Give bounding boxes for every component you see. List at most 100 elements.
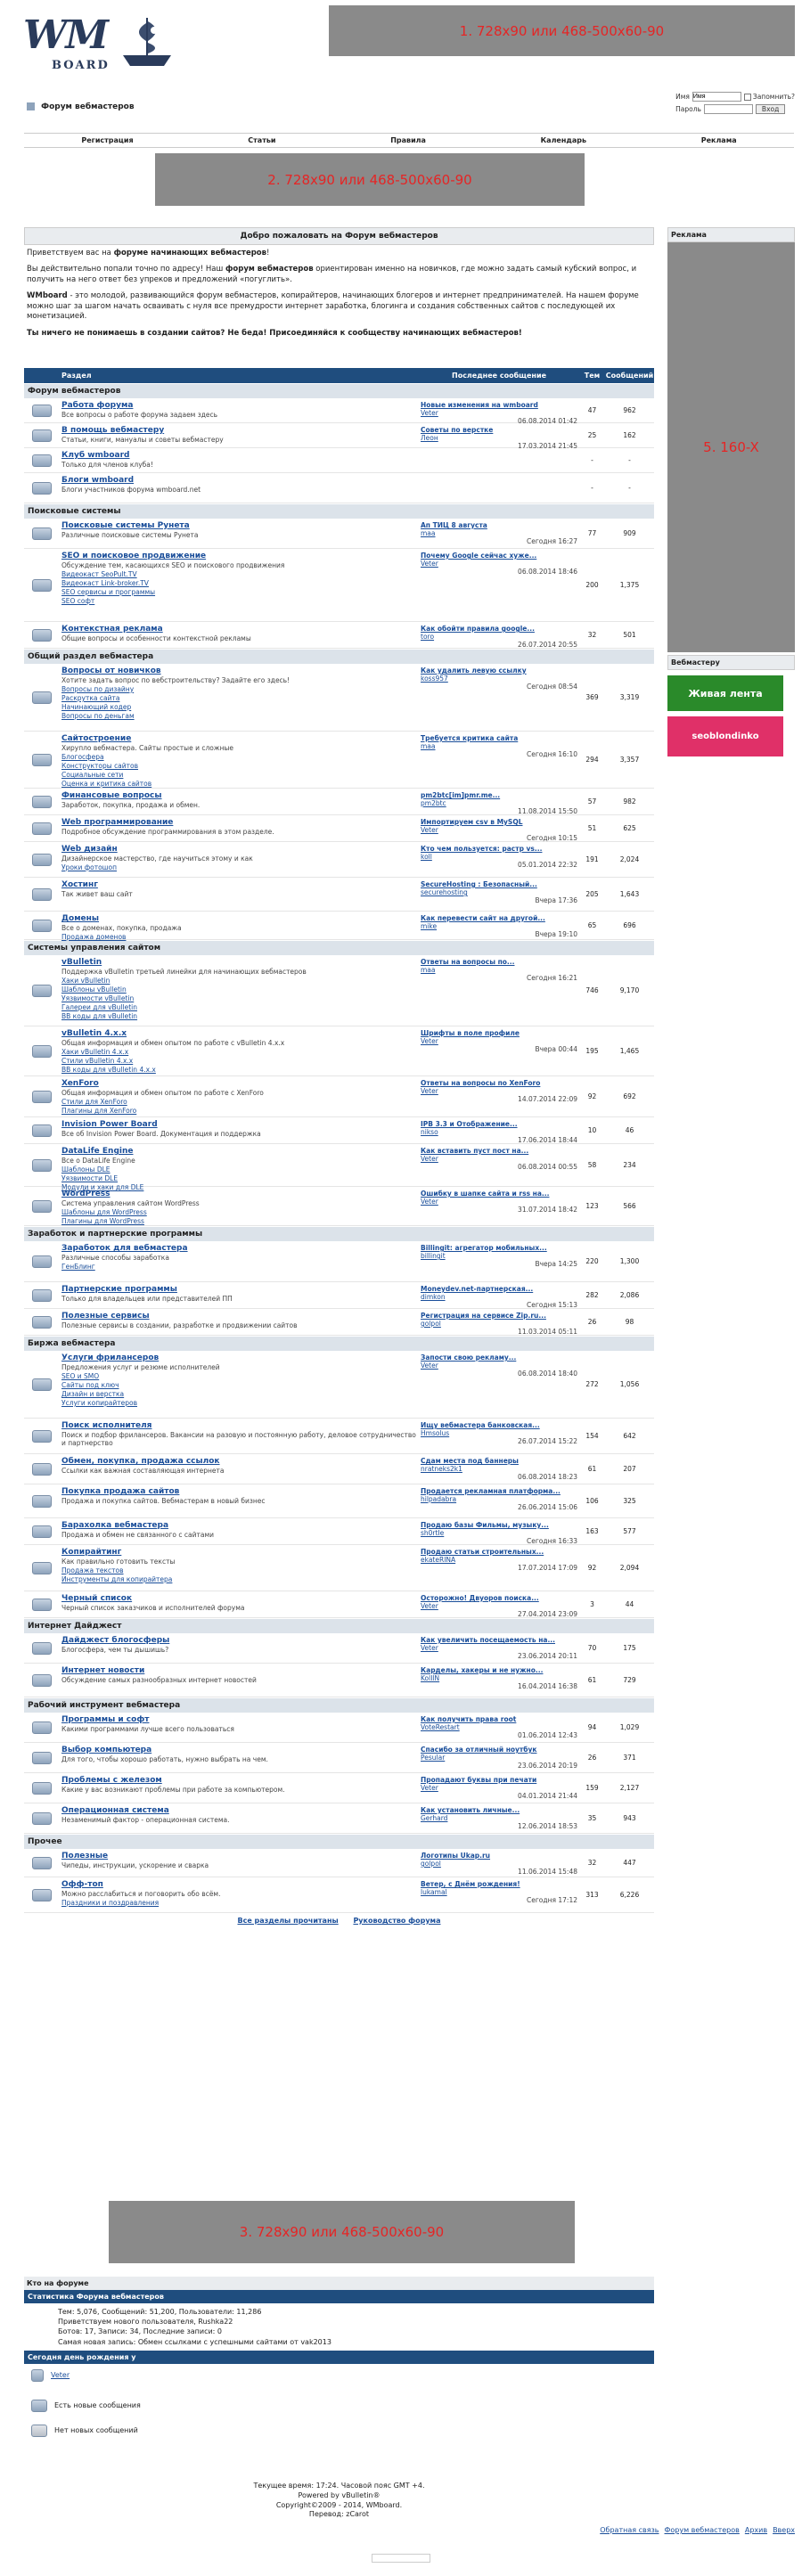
- forum-title[interactable]: vBulletin 4.x.x: [61, 1029, 417, 1038]
- forum-title[interactable]: Партнерские программы: [61, 1285, 417, 1294]
- footer-contact[interactable]: Обратная связь: [600, 2526, 659, 2534]
- last-post-title[interactable]: Ищу вебмастера банковская...: [421, 1421, 577, 1429]
- last-post-title[interactable]: Кто чем пользуется: растр vs...: [421, 845, 577, 853]
- last-post-author[interactable]: Pesular: [421, 1754, 445, 1762]
- forum-title[interactable]: Проблемы с железом: [61, 1776, 417, 1785]
- subforum-link[interactable]: Блогосфера: [61, 753, 417, 761]
- footer-forum[interactable]: Форум вебмастеров: [665, 2526, 740, 2534]
- login-button[interactable]: Вход: [755, 104, 786, 114]
- subforum-link[interactable]: Хаки vBulletin: [61, 977, 417, 985]
- last-post-title[interactable]: Ветер, с Днём рождения!: [421, 1880, 577, 1888]
- last-post-title[interactable]: Как удалить левую ссылку: [421, 666, 577, 675]
- forum-title[interactable]: Обмен, покупка, продажа ссылок: [61, 1457, 417, 1466]
- last-post-title[interactable]: Как увеличить посещаемость на...: [421, 1636, 577, 1644]
- password-input[interactable]: [703, 104, 753, 114]
- last-post-title[interactable]: Продаю базы Фильмы, музыку...: [421, 1521, 577, 1529]
- last-post-author[interactable]: Veter: [421, 409, 438, 417]
- forum-title[interactable]: Копирайтинг: [61, 1548, 417, 1557]
- subforum-link[interactable]: Сайты под ключ: [61, 1381, 417, 1389]
- last-post-title[interactable]: Осторожно! Двуоров поиска...: [421, 1594, 577, 1602]
- banner-live-feed[interactable]: Живая лента: [667, 675, 783, 711]
- forum-title[interactable]: Клуб wmboard: [61, 451, 417, 460]
- subforum-link[interactable]: Стили для XenForo: [61, 1098, 417, 1106]
- last-post-title[interactable]: Как обойти правила google...: [421, 625, 577, 633]
- last-post-title[interactable]: Логотипы Ukap.ru: [421, 1852, 577, 1860]
- subforum-link[interactable]: BB коды для vBulletin: [61, 1012, 417, 1020]
- forum-title[interactable]: Интернет новости: [61, 1666, 417, 1675]
- forum-title[interactable]: Блоги wmboard: [61, 476, 417, 485]
- forum-title[interactable]: Полезные сервисы: [61, 1312, 417, 1321]
- nav-articles[interactable]: Статьи: [248, 136, 275, 144]
- forum-title[interactable]: Web программирование: [61, 818, 417, 827]
- last-post-title[interactable]: Сдам места под баннеры: [421, 1457, 577, 1465]
- subforum-link[interactable]: Видеокаст Link-broker.TV: [61, 579, 417, 587]
- last-post-title[interactable]: Как вставить пуст пост на...: [421, 1147, 577, 1155]
- category-header[interactable]: Заработок и партнерские программы: [24, 1226, 654, 1241]
- subforum-link[interactable]: Уроки фотошоп: [61, 863, 417, 871]
- last-post-author[interactable]: Veter: [421, 1087, 438, 1095]
- subforum-link[interactable]: Стили vBulletin 4.x.x: [61, 1057, 417, 1065]
- category-header[interactable]: Форум вебмастеров: [24, 383, 654, 398]
- forum-title[interactable]: Хостинг: [61, 880, 417, 889]
- forum-title[interactable]: Поисковые системы Рунета: [61, 521, 417, 530]
- category-header[interactable]: Поисковые системы: [24, 503, 654, 519]
- last-post-title[interactable]: Продается рекламная платформа...: [421, 1487, 577, 1495]
- forum-title[interactable]: Домены: [61, 914, 417, 923]
- subforum-link[interactable]: Видеокаст SeoPult.TV: [61, 570, 417, 578]
- last-post-author[interactable]: maa: [421, 966, 436, 974]
- last-post-author[interactable]: hilpadabra: [421, 1495, 456, 1503]
- forum-title[interactable]: vBulletin: [61, 958, 417, 967]
- subforum-link[interactable]: Услуги копирайтеров: [61, 1399, 417, 1407]
- category-header[interactable]: Прочее: [24, 1834, 654, 1849]
- last-post-title[interactable]: Как установить личные...: [421, 1806, 577, 1814]
- last-post-author[interactable]: Veter: [421, 1784, 438, 1792]
- last-post-author[interactable]: Veter: [421, 560, 438, 568]
- last-post-title[interactable]: SecureHosting : Безопасный...: [421, 880, 577, 888]
- forum-title[interactable]: Дайджест блогосферы: [61, 1636, 417, 1645]
- last-post-author[interactable]: golpol: [421, 1860, 441, 1868]
- last-post-author[interactable]: Veter: [421, 1602, 438, 1610]
- banner-seoblondinko[interactable]: seoblondinko: [667, 716, 783, 756]
- last-post-author[interactable]: maa: [421, 529, 436, 537]
- subforum-link[interactable]: ГенБлинг: [61, 1263, 417, 1271]
- forum-title[interactable]: Барахолка вебмастера: [61, 1521, 417, 1530]
- last-post-author[interactable]: Veter: [421, 1644, 438, 1652]
- ad-top-banner[interactable]: 1. 728x90 или 468-500x60-90: [329, 5, 795, 56]
- last-post-author[interactable]: Veter: [421, 1362, 438, 1370]
- footer-top[interactable]: Вверх: [773, 2526, 795, 2534]
- birthday-user[interactable]: Veter: [51, 2371, 70, 2379]
- subforum-link[interactable]: Продажа доменов: [61, 933, 417, 941]
- subforum-link[interactable]: Плагины для WordPress: [61, 1217, 417, 1225]
- subforum-link[interactable]: Плагины для XenForo: [61, 1107, 417, 1115]
- forum-title[interactable]: Офф-топ: [61, 1880, 417, 1889]
- last-post-title[interactable]: Импортируем csv в MySQL: [421, 818, 577, 826]
- nav-rules[interactable]: Правила: [390, 136, 426, 144]
- forum-title[interactable]: Выбор компьютера: [61, 1746, 417, 1754]
- forum-title[interactable]: Операционная система: [61, 1806, 417, 1815]
- subforum-link[interactable]: SEO софт: [61, 597, 417, 605]
- last-post-author[interactable]: golpol: [421, 1320, 441, 1328]
- forum-title[interactable]: Сайтостроение: [61, 734, 417, 743]
- nav-register[interactable]: Регистрация: [81, 136, 133, 144]
- forum-title[interactable]: Invision Power Board: [61, 1120, 417, 1129]
- last-post-title[interactable]: Шрифты в поле профиле: [421, 1029, 577, 1037]
- ad-side-banner[interactable]: 5. 160-X: [667, 242, 795, 652]
- subforum-link[interactable]: SEO и SMO: [61, 1372, 417, 1380]
- last-post-author[interactable]: Леон: [421, 434, 438, 442]
- last-post-title[interactable]: Карделы, хакеры и не нужно...: [421, 1666, 577, 1674]
- last-post-author[interactable]: mike: [421, 922, 437, 930]
- last-post-author[interactable]: koll: [421, 853, 432, 861]
- last-post-author[interactable]: nikso: [421, 1128, 438, 1136]
- subforum-link[interactable]: SEO сервисы и программы: [61, 588, 417, 596]
- last-post-author[interactable]: KolIlN: [421, 1674, 439, 1682]
- username-input[interactable]: [692, 92, 741, 102]
- last-post-title[interactable]: Советы по верстке: [421, 426, 577, 434]
- subforum-link[interactable]: Инструменты для копирайтера: [61, 1575, 417, 1583]
- last-post-title[interactable]: Запости свою рекламу...: [421, 1353, 577, 1362]
- subforum-link[interactable]: Раскрутка сайта: [61, 694, 417, 702]
- last-post-title[interactable]: Billingit: агрегатор мобильных...: [421, 1244, 577, 1252]
- forum-title[interactable]: Вопросы от новичков: [61, 666, 417, 675]
- forum-leaders-link[interactable]: Руководство форума: [353, 1917, 440, 1925]
- subforum-link[interactable]: Уязвимости DLE: [61, 1174, 417, 1182]
- last-post-author[interactable]: VoteRestart: [421, 1723, 460, 1731]
